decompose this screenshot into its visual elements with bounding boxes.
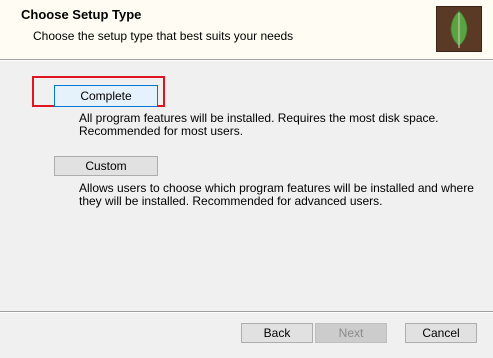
next-button[interactable]: Next [315,323,387,343]
mongodb-leaf-icon [436,6,482,52]
complete-button[interactable]: Complete [54,85,158,107]
header-banner: Choose Setup Type Choose the setup type … [0,0,493,59]
complete-description: All program features will be installed. … [79,112,439,138]
page-title: Choose Setup Type [21,7,142,22]
custom-description: Allows users to choose which program fea… [79,182,474,208]
custom-description-line2: they will be installed. Recommended for … [79,194,383,208]
leaf-graphic [450,10,468,48]
footer-divider [0,311,493,313]
custom-button[interactable]: Custom [54,156,158,176]
cancel-button[interactable]: Cancel [405,323,477,343]
back-button[interactable]: Back [241,323,313,343]
complete-description-line2: Recommended for most users. [79,124,244,138]
page-subtitle: Choose the setup type that best suits yo… [33,29,294,43]
header-divider [0,59,493,61]
